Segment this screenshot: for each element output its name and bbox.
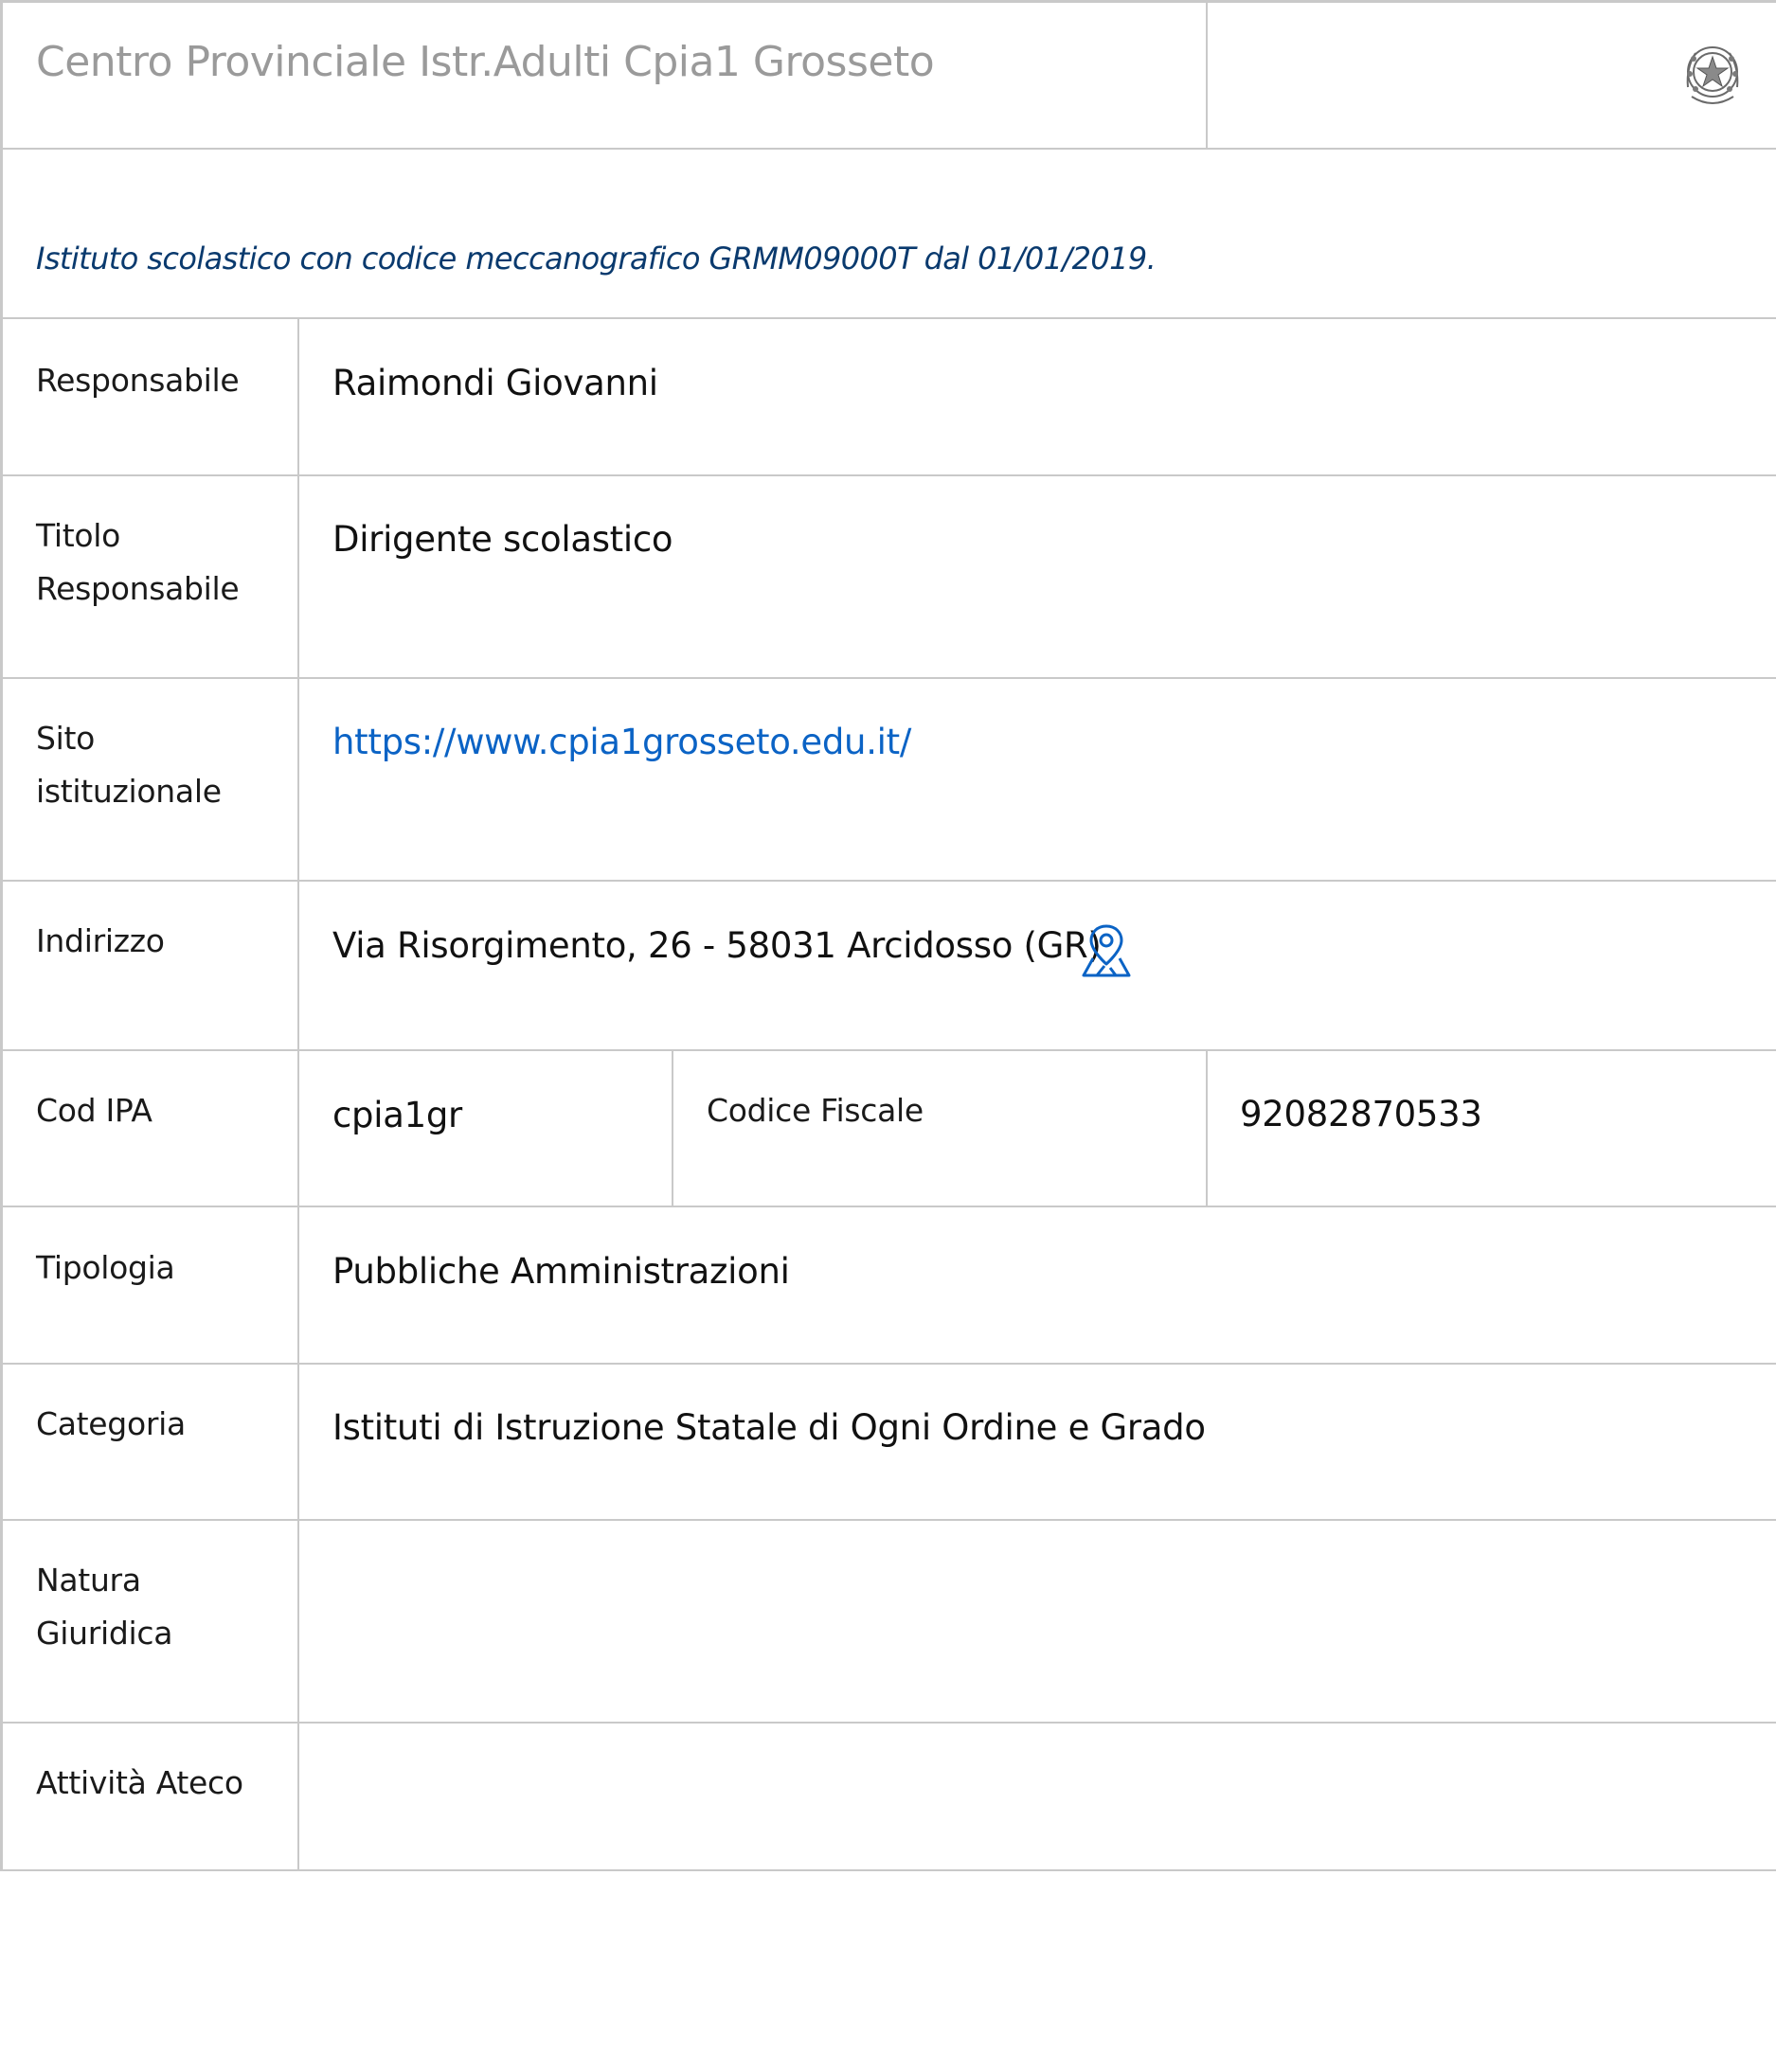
label-line: istituzionale: [36, 773, 222, 810]
divider: [0, 677, 1776, 679]
divider: [1206, 1049, 1208, 1206]
value-codice-fiscale: 92082870533: [1240, 1094, 1482, 1134]
website-link[interactable]: https://www.cpia1grosseto.edu.it/: [332, 722, 911, 762]
label-categoria: Categoria: [36, 1405, 186, 1442]
label-natura-giuridica: Natura Giuridica: [36, 1554, 292, 1660]
label-line: Natura: [36, 1562, 141, 1599]
website-link-container: https://www.cpia1grosseto.edu.it/: [332, 720, 911, 765]
label-cod-ipa: Cod IPA: [36, 1092, 152, 1129]
divider: [672, 1049, 673, 1206]
value-titolo-responsabile: Dirigente scolastico: [332, 519, 673, 560]
value-cod-ipa: cpia1gr: [332, 1095, 462, 1135]
label-line: Giuridica: [36, 1615, 173, 1652]
label-codice-fiscale: Codice Fiscale: [707, 1092, 924, 1129]
label-line: Sito: [36, 720, 96, 757]
value-responsabile: Raimondi Giovanni: [332, 363, 658, 403]
divider: [0, 880, 1776, 882]
divider: [0, 1363, 1776, 1365]
value-indirizzo: Via Risorgimento, 26 - 58031 Arcidosso (…: [332, 925, 1102, 966]
value-tipologia: Pubbliche Amministrazioni: [332, 1251, 790, 1292]
divider: [0, 148, 1776, 150]
italian-republic-emblem-icon: [1686, 46, 1739, 104]
divider: [0, 1206, 1776, 1207]
divider: [0, 1049, 1776, 1051]
label-tipologia: Tipologia: [36, 1249, 175, 1286]
label-line: Titolo: [36, 517, 120, 554]
divider: [0, 317, 1776, 319]
divider: [0, 1519, 1776, 1521]
divider: [0, 474, 1776, 476]
label-sito-istituzionale: Sito istituzionale: [36, 712, 292, 818]
map-pin-icon[interactable]: [1080, 922, 1133, 979]
institute-subtitle: Istituto scolastico con codice meccanogr…: [36, 241, 1157, 277]
label-responsabile: Responsabile: [36, 362, 240, 399]
divider: [1206, 0, 1208, 149]
divider: [297, 317, 299, 1871]
divider: [0, 1722, 1776, 1724]
label-line: Responsabile: [36, 570, 240, 607]
divider: [0, 1869, 1776, 1871]
page-title: Centro Provinciale Istr.Adulti Cpia1 Gro…: [36, 38, 935, 86]
label-titolo-responsabile: Titolo Responsabile: [36, 509, 292, 616]
label-indirizzo: Indirizzo: [36, 922, 165, 959]
value-categoria: Istituti di Istruzione Statale di Ogni O…: [332, 1407, 1206, 1448]
label-attivita-ateco: Attività Ateco: [36, 1764, 243, 1801]
